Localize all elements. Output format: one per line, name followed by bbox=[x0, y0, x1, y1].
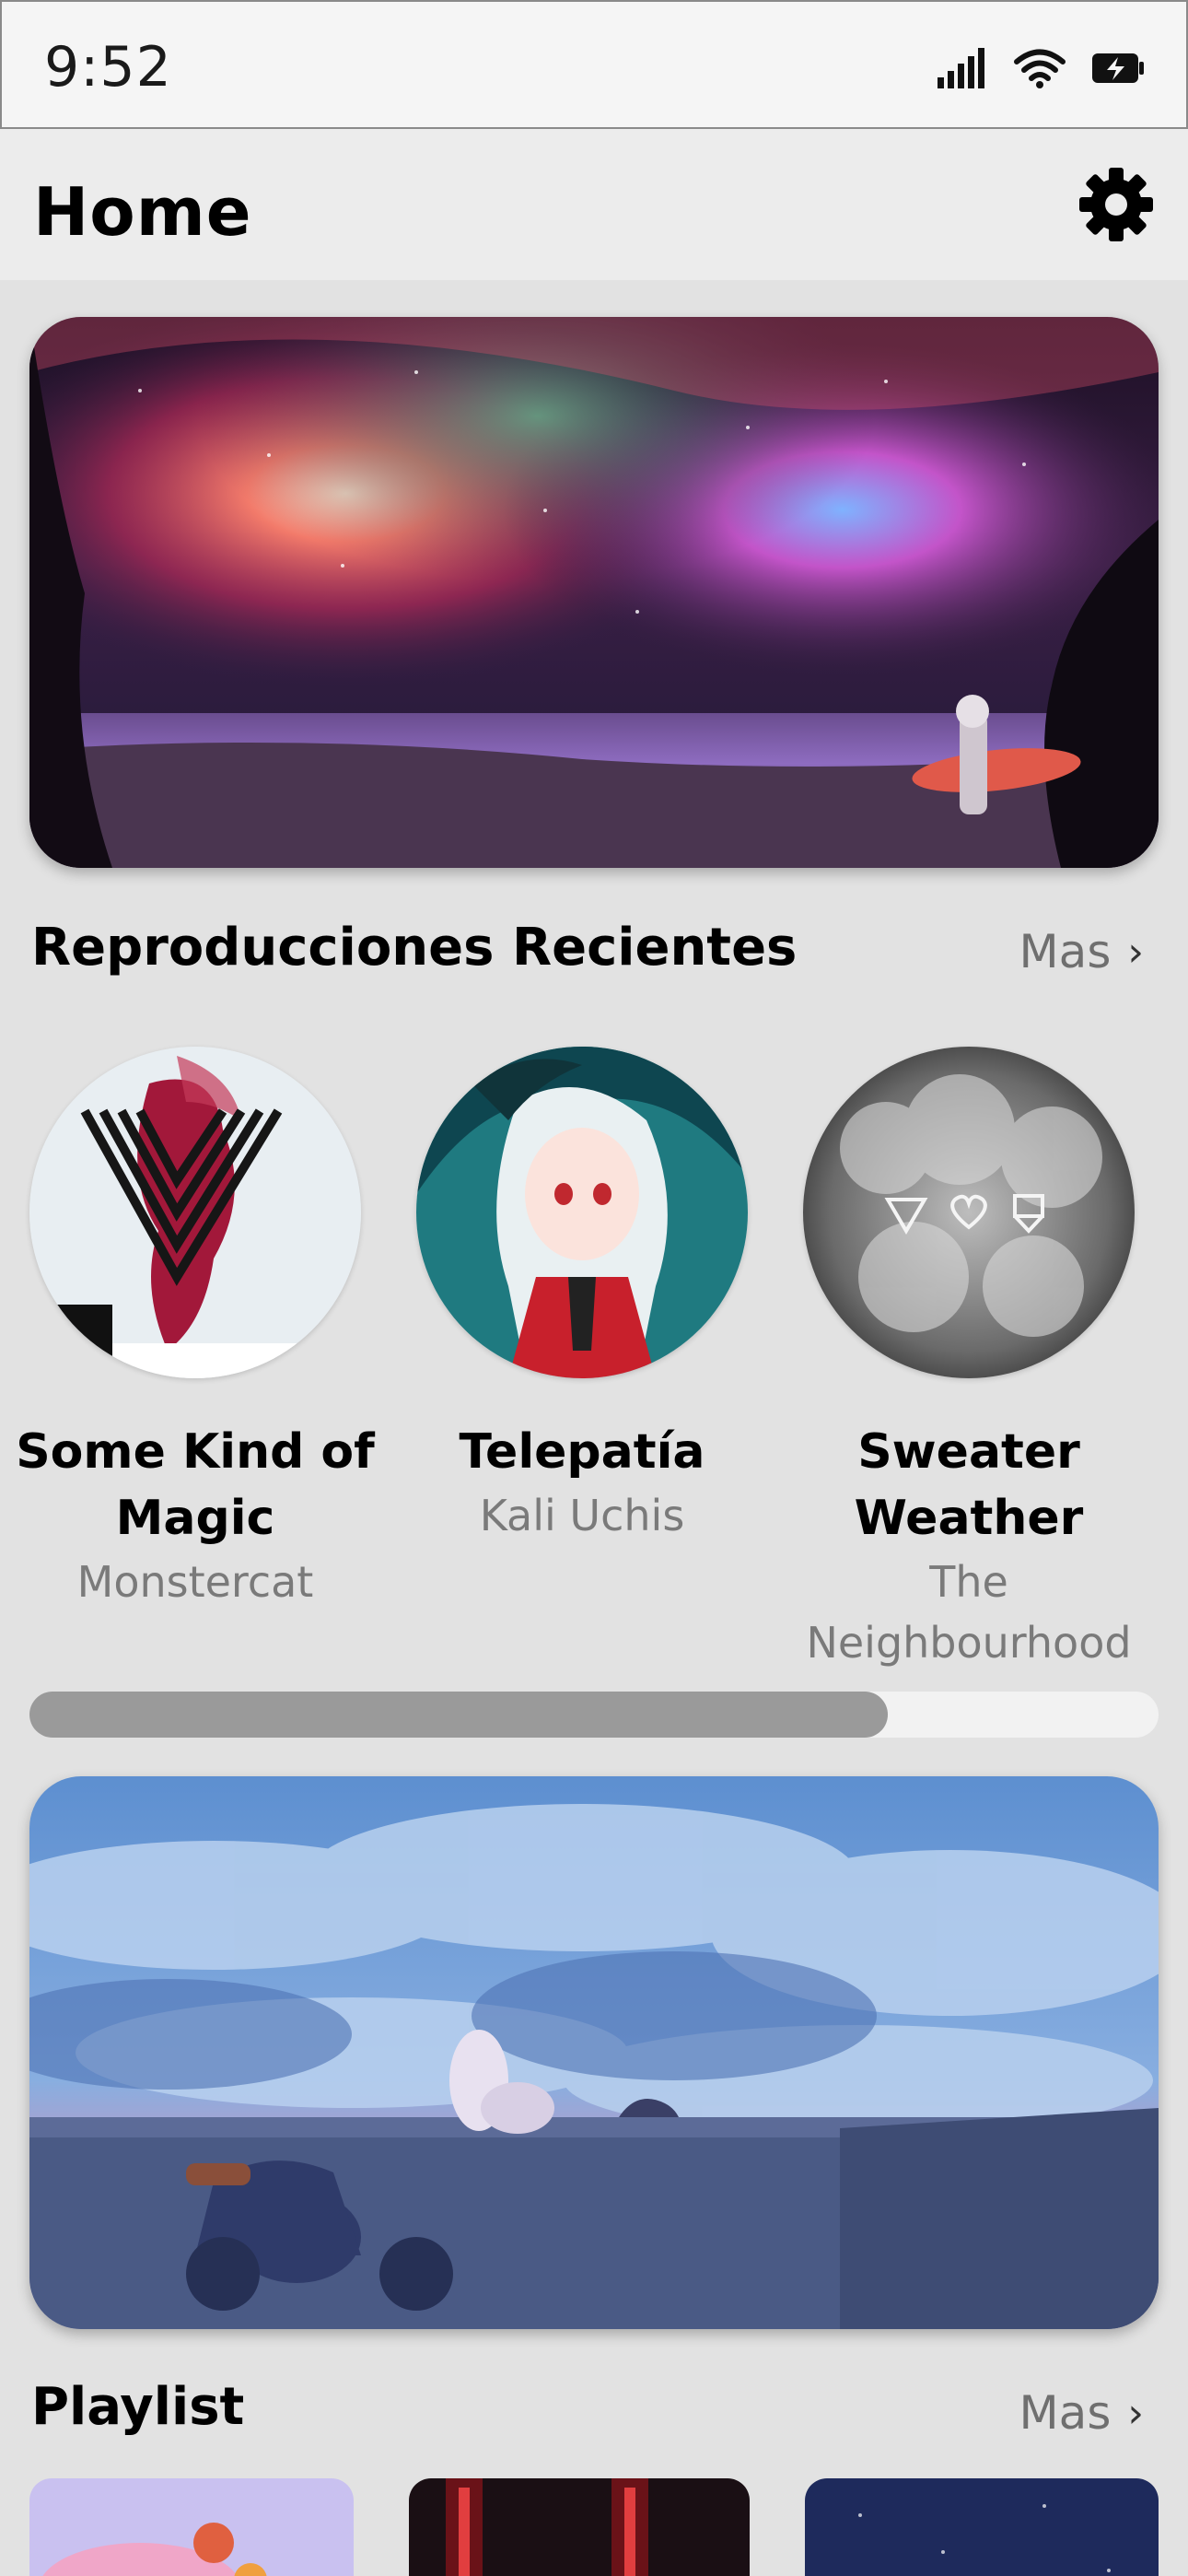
recent-item-title: Sweater Weather bbox=[854, 1424, 1084, 1546]
anime-girl-cover-image bbox=[416, 1047, 748, 1378]
city-neon-cover-image bbox=[409, 2478, 750, 2576]
clouds-cover-image bbox=[803, 1047, 1135, 1378]
balloons-cover-image bbox=[29, 2478, 354, 2576]
recent-item-sweater-weather[interactable]: Sweater Weather The Neighbourhood bbox=[785, 1047, 1153, 1673]
playlist-more-label: Mas bbox=[1019, 2386, 1112, 2440]
recent-item-some-kind-of-magic[interactable]: Some Kind of Magic Monstercat bbox=[11, 1047, 379, 1612]
night-sky-cover-image bbox=[805, 2478, 1159, 2576]
chevron-right-icon: › bbox=[1127, 928, 1144, 976]
page-title: Home bbox=[33, 173, 252, 251]
app-header: Home bbox=[0, 129, 1188, 280]
playlist-more-link[interactable]: Mas › bbox=[1019, 2386, 1144, 2440]
playlist-card[interactable] bbox=[409, 2478, 750, 2576]
recent-item-telepatia[interactable]: Telepatía Kali Uchis bbox=[398, 1047, 766, 1546]
recent-section-title: Reproducciones Recientes bbox=[31, 918, 798, 978]
recent-item-artist: Monstercat bbox=[76, 1557, 314, 1607]
space-beach-image bbox=[29, 317, 1159, 868]
scrollbar-thumb[interactable] bbox=[29, 1692, 888, 1738]
anime-sky-image bbox=[29, 1776, 1159, 2329]
signal-icon bbox=[938, 48, 984, 88]
recent-scrollbar[interactable] bbox=[29, 1692, 1159, 1738]
lvther-cover-image bbox=[29, 1047, 361, 1378]
album-cover bbox=[29, 1047, 361, 1378]
playlist-card[interactable] bbox=[29, 2478, 354, 2576]
status-time: 9:52 bbox=[44, 35, 172, 100]
recent-more-label: Mas bbox=[1019, 925, 1112, 978]
wifi-icon bbox=[1014, 49, 1066, 88]
playlist-section-title: Playlist bbox=[31, 2377, 245, 2437]
featured-banner-sky[interactable] bbox=[29, 1776, 1159, 2329]
recent-item-title: Some Kind of Magic bbox=[16, 1424, 375, 1546]
status-icons bbox=[938, 42, 1146, 94]
recent-item-artist: The Neighbourhood bbox=[806, 1557, 1132, 1668]
gear-icon bbox=[1079, 168, 1153, 241]
album-cover bbox=[803, 1047, 1135, 1378]
album-cover bbox=[416, 1047, 748, 1378]
chevron-right-icon: › bbox=[1127, 2389, 1144, 2437]
recent-item-artist: Kali Uchis bbox=[479, 1491, 685, 1540]
settings-button[interactable] bbox=[1077, 166, 1155, 243]
battery-charging-icon bbox=[1092, 53, 1144, 83]
featured-banner-space[interactable] bbox=[29, 317, 1159, 868]
recent-item-title: Telepatía bbox=[459, 1424, 705, 1480]
status-bar: 9:52 bbox=[0, 0, 1188, 129]
playlist-card[interactable] bbox=[805, 2478, 1159, 2576]
recent-more-link[interactable]: Mas › bbox=[1019, 925, 1144, 978]
